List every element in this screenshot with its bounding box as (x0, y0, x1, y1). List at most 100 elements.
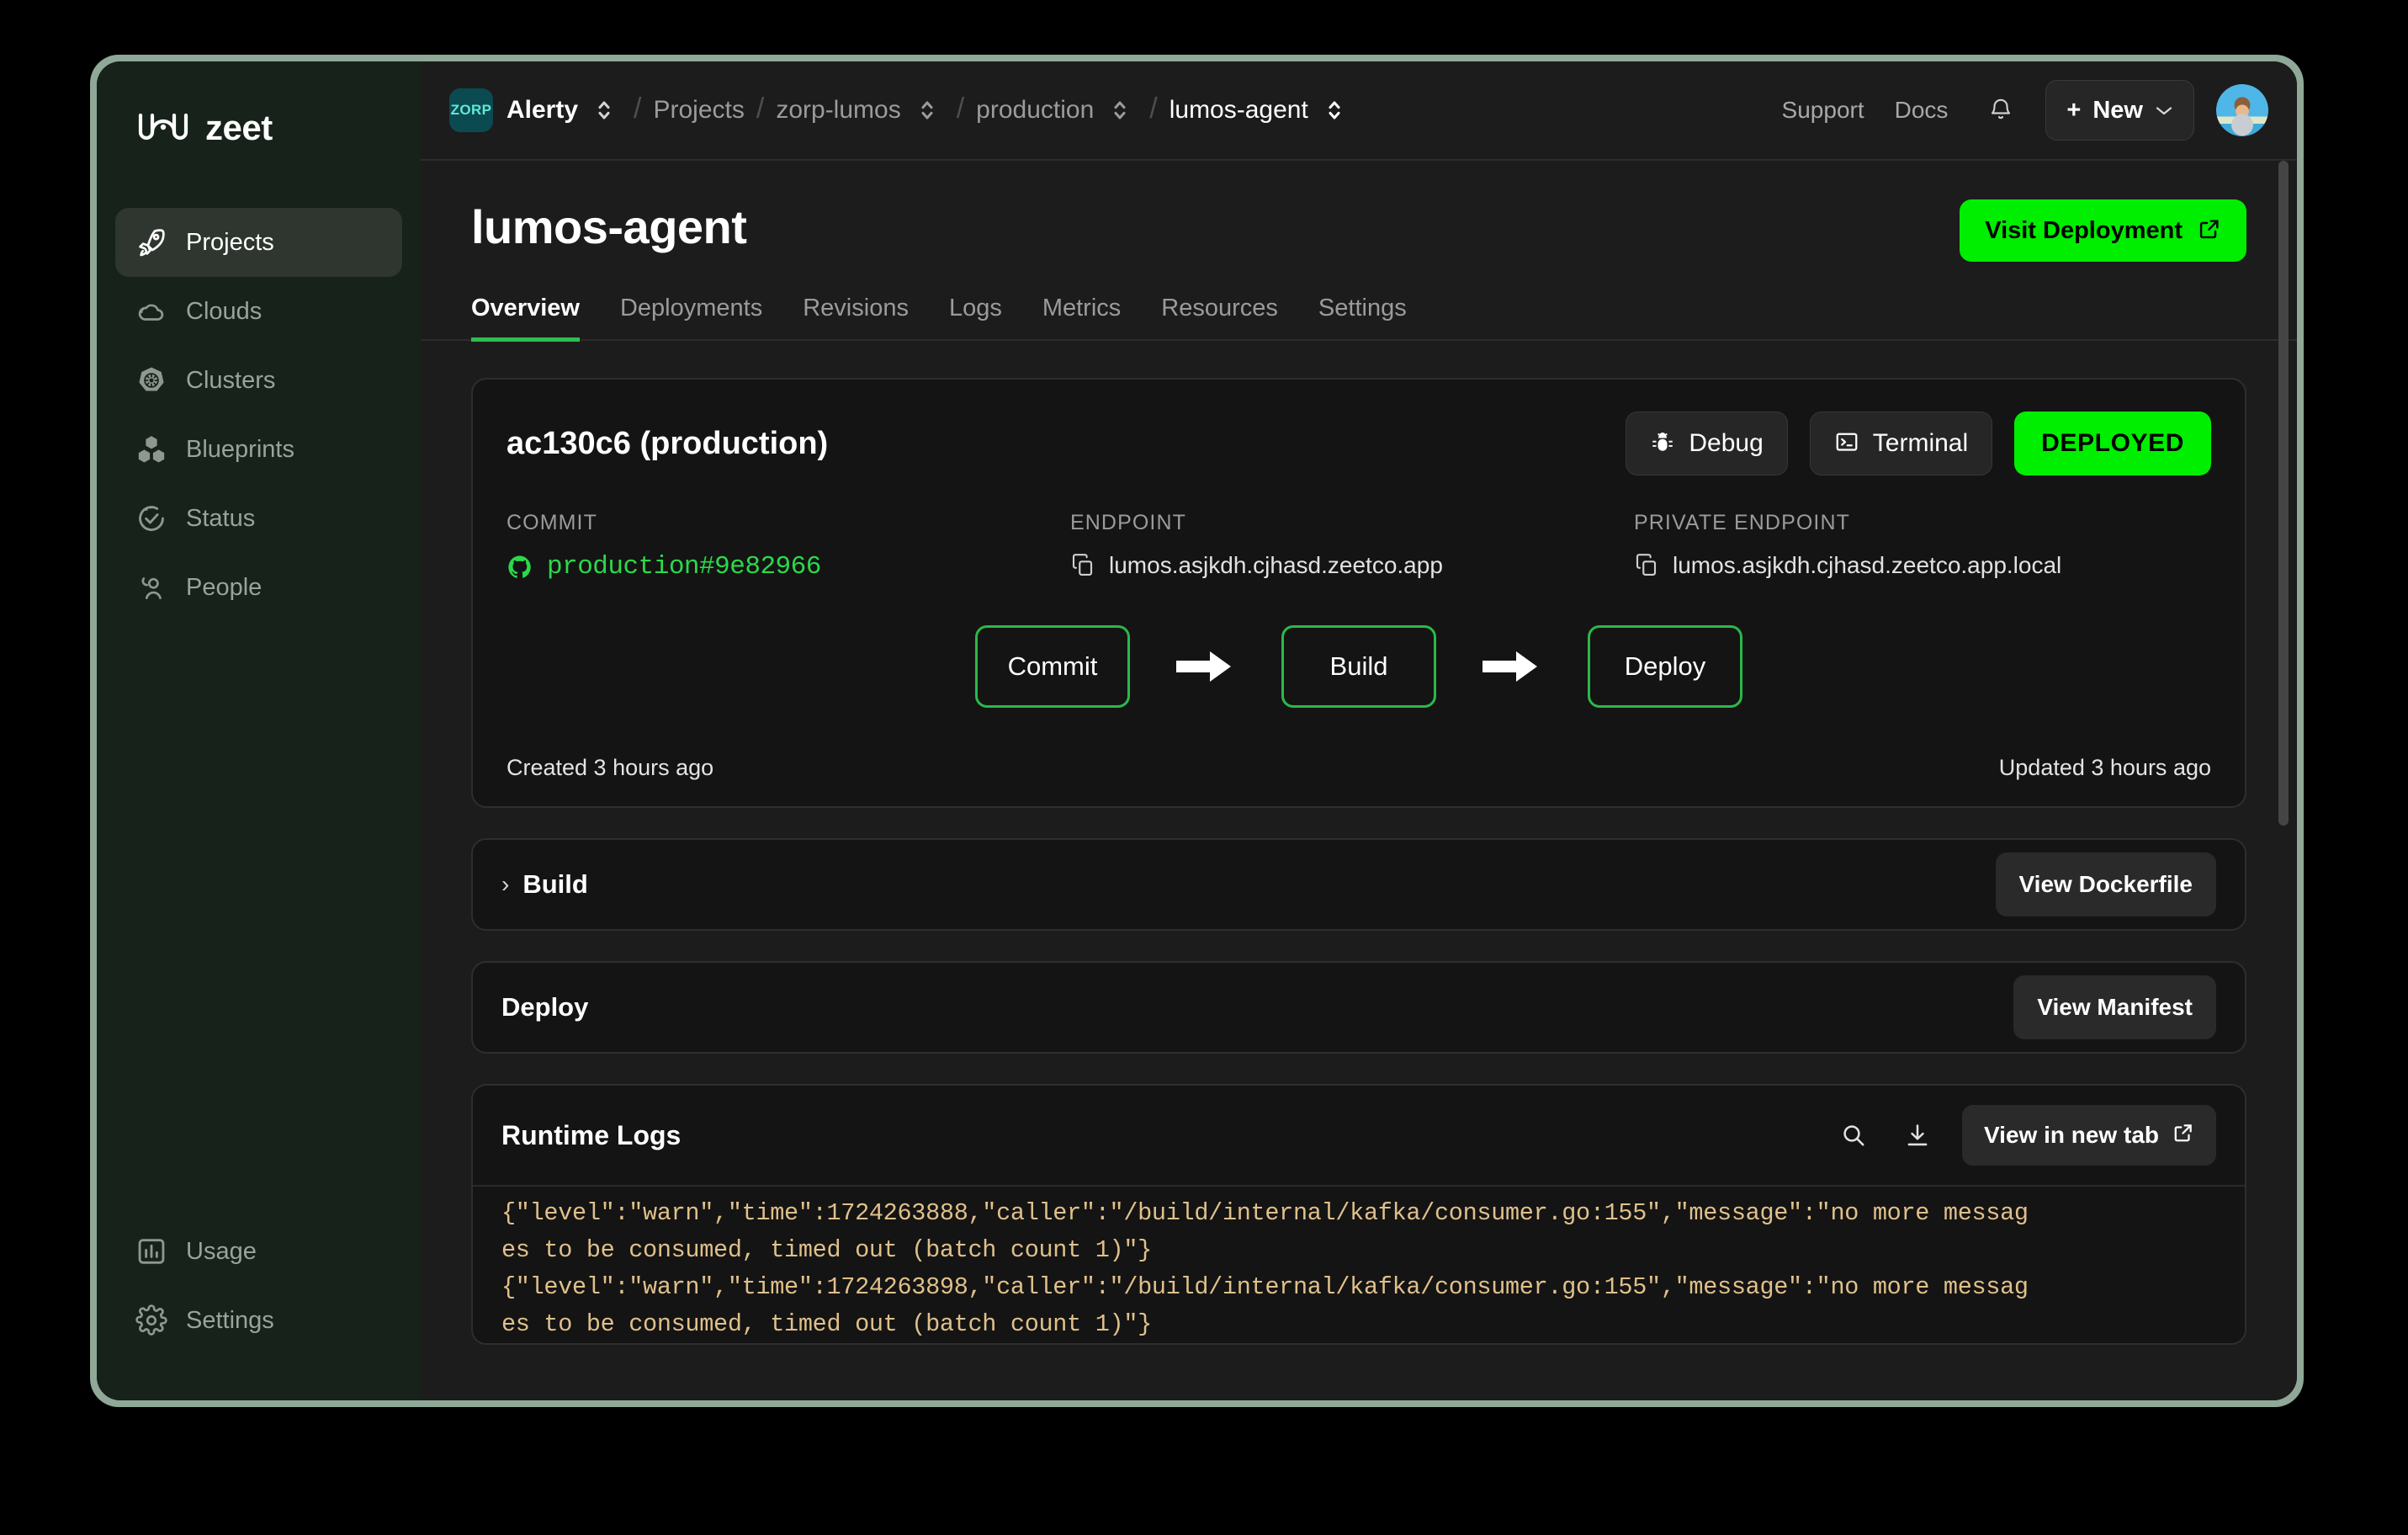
tab-overview[interactable]: Overview (471, 295, 580, 342)
org-badge: ZORP (449, 88, 493, 132)
brand[interactable]: zeet (97, 100, 421, 156)
content-scroll-area[interactable]: ac130c6 (production) Debug Terminal DEPL… (421, 341, 2297, 1400)
chevron-down-icon (2155, 101, 2173, 120)
terminal-button-label: Terminal (1872, 429, 1969, 457)
org-switcher-icon[interactable] (586, 91, 622, 130)
commit-column: COMMIT production#9e82966 (507, 511, 1070, 582)
sidebar-primary-nav: Projects Clouds Clusters Blueprints Stat… (97, 208, 421, 622)
private-endpoint-label: PRIVATE ENDPOINT (1634, 511, 1850, 534)
tab-logs[interactable]: Logs (949, 295, 1002, 342)
new-button[interactable]: + New (2045, 80, 2194, 141)
search-icon[interactable] (1834, 1116, 1873, 1155)
deployment-timestamps: Created 3 hours ago Updated 3 hours ago (507, 755, 2211, 781)
copy-icon[interactable] (1070, 552, 1095, 579)
commit-value-row[interactable]: production#9e82966 (507, 552, 1070, 582)
deployment-card: ac130c6 (production) Debug Terminal DEPL… (471, 378, 2246, 808)
sidebar-item-settings[interactable]: Settings (115, 1286, 402, 1355)
cloud-icon (135, 295, 167, 327)
build-section-title[interactable]: › Build (501, 869, 588, 900)
new-button-text: New (2092, 96, 2143, 124)
sidebar-item-label: Usage (186, 1237, 257, 1265)
environment-switcher-icon[interactable] (1102, 91, 1138, 130)
sidebar-item-clusters[interactable]: Clusters (115, 346, 402, 415)
private-endpoint-value-row[interactable]: lumos.asjkdh.cjhasd.zeetco.app.local (1634, 552, 2061, 579)
sidebar-item-clouds[interactable]: Clouds (115, 277, 402, 346)
breadcrumb-item-production[interactable]: production (976, 96, 1094, 125)
deployment-actions: Debug Terminal DEPLOYED (1626, 412, 2211, 475)
chevron-right-icon: › (501, 871, 510, 897)
created-time: Created 3 hours ago (507, 755, 714, 780)
bug-icon (1650, 429, 1675, 459)
view-in-new-tab-label: View in new tab (1984, 1122, 2159, 1148)
sidebar-item-label: Blueprints (186, 435, 294, 463)
tab-deployments[interactable]: Deployments (620, 295, 762, 342)
commit-hash: #9e82966 (699, 552, 821, 582)
log-line: es to be consumed, timed out (batch coun… (501, 1310, 1152, 1338)
endpoint-column: ENDPOINT lumos.asjkdh.cjhasd.zeetco.app (1070, 511, 1634, 582)
tab-bar: Overview Deployments Revisions Logs Metr… (421, 292, 2297, 342)
sidebar-item-label: Clouds (186, 297, 263, 325)
download-icon[interactable] (1898, 1116, 1937, 1155)
topbar-right: Support Docs + New (1782, 80, 2268, 141)
deployment-card-header: ac130c6 (production) Debug Terminal DEPL… (507, 412, 2211, 475)
log-line: {"level":"warn","time":1724263898,"calle… (501, 1273, 2029, 1301)
pipeline-step-commit[interactable]: Commit (975, 625, 1130, 708)
docs-link[interactable]: Docs (1895, 97, 1949, 124)
visit-deployment-label: Visit Deployment (1985, 216, 2183, 244)
deployment-meta-row: COMMIT production#9e82966 ENDPOINT lumos… (507, 511, 2211, 582)
pipeline-step-deploy[interactable]: Deploy (1588, 625, 1742, 708)
tab-resources[interactable]: Resources (1161, 295, 1278, 342)
build-section[interactable]: › Build View Dockerfile (471, 838, 2246, 931)
sidebar-item-usage[interactable]: Usage (115, 1217, 402, 1286)
sidebar-item-status[interactable]: Status (115, 484, 402, 553)
runtime-logs-title: Runtime Logs (501, 1119, 682, 1150)
deploy-section[interactable]: Deploy View Manifest (471, 961, 2246, 1054)
endpoint-value-row[interactable]: lumos.asjkdh.cjhasd.zeetco.app (1070, 552, 1634, 579)
pipeline-step-build[interactable]: Build (1281, 625, 1436, 708)
scrollbar-thumb[interactable] (2278, 161, 2289, 826)
visit-deployment-button[interactable]: Visit Deployment (1960, 199, 2246, 262)
private-endpoint-value: lumos.asjkdh.cjhasd.zeetco.app.local (1673, 552, 2062, 578)
sidebar-item-people[interactable]: People (115, 553, 402, 622)
sidebar-secondary-nav: Usage Settings (97, 1217, 421, 1400)
view-dockerfile-button[interactable]: View Dockerfile (1995, 852, 2216, 916)
sidebar-item-blueprints[interactable]: Blueprints (115, 415, 402, 484)
bell-icon[interactable] (1978, 88, 2023, 133)
kubernetes-helm-icon (135, 364, 167, 396)
status-badge[interactable]: DEPLOYED (2014, 412, 2211, 475)
arrow-right-icon (1436, 647, 1588, 686)
view-manifest-button[interactable]: View Manifest (2013, 975, 2216, 1039)
tab-settings[interactable]: Settings (1318, 295, 1407, 342)
copy-icon[interactable] (1634, 552, 1659, 579)
rocket-icon (135, 226, 167, 258)
view-in-new-tab-button[interactable]: View in new tab (1962, 1105, 2216, 1166)
support-link[interactable]: Support (1782, 97, 1864, 124)
breadcrumb-separator: / (956, 92, 965, 125)
debug-button[interactable]: Debug (1626, 412, 1788, 475)
external-link-icon (2198, 217, 2221, 245)
sidebar-item-projects[interactable]: Projects (115, 208, 402, 277)
sidebar-item-label: Projects (186, 228, 274, 256)
tab-metrics[interactable]: Metrics (1042, 295, 1121, 342)
breadcrumb-item-lumos-agent[interactable]: lumos-agent (1170, 96, 1308, 125)
user-avatar[interactable] (2216, 84, 2268, 136)
log-line: es to be consumed, timed out (batch coun… (501, 1236, 1152, 1264)
breadcrumb-org[interactable]: ZORP Alerty (449, 88, 578, 132)
runtime-logs-body[interactable]: {"level":"warn","time":1724263888,"calle… (473, 1185, 2245, 1343)
arrow-right-icon (1130, 647, 1281, 686)
tab-revisions[interactable]: Revisions (803, 295, 909, 342)
breadcrumb-item-projects[interactable]: Projects (654, 96, 745, 125)
new-button-label: + (2066, 96, 2082, 124)
commit-label: COMMIT (507, 511, 597, 534)
sidebar-item-label: Status (186, 504, 256, 532)
breadcrumb-item-zorp-lumos[interactable]: zorp-lumos (776, 96, 900, 125)
terminal-button[interactable]: Terminal (1809, 412, 1993, 475)
scrollbar-track[interactable] (2278, 161, 2289, 1390)
project-switcher-icon[interactable] (910, 91, 945, 130)
debug-button-label: Debug (1689, 429, 1764, 457)
commit-reference: production#9e82966 (547, 552, 821, 582)
service-switcher-icon[interactable] (1317, 91, 1352, 130)
deploy-section-title[interactable]: Deploy (501, 992, 588, 1022)
check-circle-icon (135, 502, 167, 534)
log-line: {"level":"warn","time":1724263888,"calle… (501, 1199, 2029, 1227)
